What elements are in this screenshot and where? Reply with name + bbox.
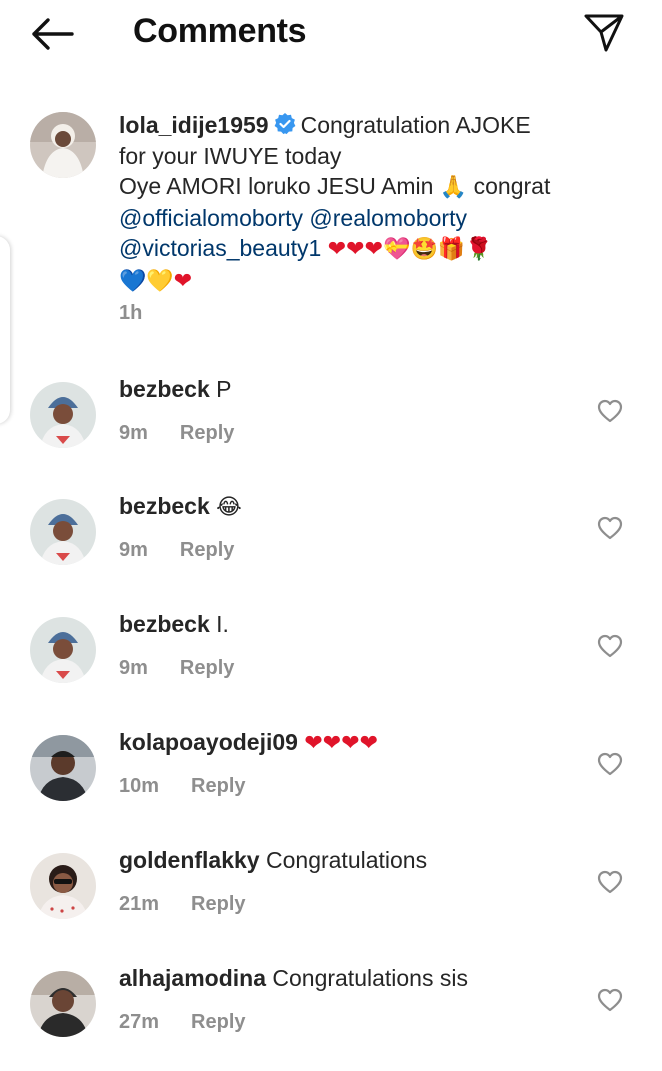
comment-text: bezbeck I. xyxy=(119,611,229,638)
comment-meta: 9m Reply xyxy=(119,657,234,680)
paper-plane-icon xyxy=(584,14,624,52)
comment-username[interactable]: bezbeck xyxy=(119,376,210,402)
comment-username[interactable]: kolapoayodeji09 xyxy=(119,729,298,755)
avatar[interactable] xyxy=(30,499,96,565)
avatar[interactable] xyxy=(30,853,96,919)
comment-text: bezbeck 😂 xyxy=(119,493,242,520)
caption-text: lola_idije1959 Congratulation AJOKE for y… xyxy=(119,110,639,296)
comment-text: alhajamodina Congratulations sis xyxy=(119,965,468,992)
comment-username[interactable]: alhajamodina xyxy=(119,965,266,991)
comment-row: alhajamodina Congratulations sis 27m Repl… xyxy=(0,965,662,1071)
comment-meta: 21m Reply xyxy=(119,893,246,916)
comment-username[interactable]: goldenflakky xyxy=(119,847,260,873)
verified-badge-icon xyxy=(274,113,295,135)
comment-row: bezbeck P 9m Reply xyxy=(0,376,662,482)
emoji-group: 💙💛 xyxy=(119,267,174,293)
caption-line-3b: congrat xyxy=(473,173,551,199)
comment-time: 21m xyxy=(119,893,160,915)
pray-emoji: 🙏 xyxy=(439,174,468,199)
comment-body: Congratulations xyxy=(266,847,428,873)
heart-emoji: ❤❤❤❤ xyxy=(304,730,379,755)
comment-row: goldenflakky Congratulations 21m Reply xyxy=(0,847,662,953)
avatar[interactable] xyxy=(30,382,96,448)
comment-time: 10m xyxy=(119,775,160,797)
arrow-left-icon xyxy=(32,18,74,50)
avatar[interactable] xyxy=(30,112,96,178)
comment-body: Congratulations sis xyxy=(272,965,468,991)
mention-link[interactable]: @victorias_beauty1 xyxy=(119,235,321,261)
avatar[interactable] xyxy=(30,971,96,1037)
comment-meta: 9m Reply xyxy=(119,422,234,445)
heart-emoji: ❤ xyxy=(173,267,193,293)
comment-meta: 9m Reply xyxy=(119,539,234,562)
share-button[interactable] xyxy=(580,10,628,54)
caption-timestamp: 1h xyxy=(119,302,143,324)
comment-body: I. xyxy=(216,611,229,637)
caption-line-2: for your IWUYE today xyxy=(119,142,342,169)
caption-username[interactable]: lola_idije1959 xyxy=(119,112,269,138)
emoji-group: 💝🤩🎁🌹 xyxy=(383,236,493,261)
comment-row: bezbeck I. 9m Reply xyxy=(0,611,662,717)
avatar[interactable] xyxy=(30,617,96,683)
reply-button[interactable]: Reply xyxy=(180,657,234,679)
reply-button[interactable]: Reply xyxy=(180,539,234,561)
reply-button[interactable]: Reply xyxy=(191,1011,245,1033)
comment-time: 9m xyxy=(119,422,148,444)
comment-body: P xyxy=(216,376,232,402)
caption-line-1: Congratulation AJOKE xyxy=(300,112,531,138)
reply-button[interactable]: Reply xyxy=(180,422,234,444)
comment-text: goldenflakky Congratulations xyxy=(119,847,427,874)
page-title: Comments xyxy=(133,12,307,50)
comment-text: bezbeck P xyxy=(119,376,232,403)
comment-meta: 10m Reply xyxy=(119,775,246,798)
comment-row: kolapoayodeji09 ❤❤❤❤ 10m Reply xyxy=(0,729,662,835)
comment-meta: 27m Reply xyxy=(119,1011,246,1034)
laughing-emoji: 😂 xyxy=(216,494,242,519)
comment-time: 9m xyxy=(119,539,148,561)
caption-line-3: Oye AMORI loruko JESU Amin xyxy=(119,173,434,199)
avatar[interactable] xyxy=(30,735,96,801)
comment-time: 27m xyxy=(119,1011,160,1033)
heart-emoji: ❤❤❤ xyxy=(327,236,384,261)
mention-link[interactable]: @officialomoborty xyxy=(119,205,303,231)
reply-button[interactable]: Reply xyxy=(191,893,245,915)
heart-outline-icon[interactable] xyxy=(596,633,624,659)
heart-outline-icon[interactable] xyxy=(596,398,624,424)
comment-username[interactable]: bezbeck xyxy=(119,493,210,519)
comment-row: bezbeck 😂 9m Reply xyxy=(0,493,662,599)
header-bar: Comments xyxy=(0,0,662,70)
heart-outline-icon[interactable] xyxy=(596,987,624,1013)
mention-link[interactable]: @realomoborty xyxy=(309,205,467,231)
heart-outline-icon[interactable] xyxy=(596,869,624,895)
heart-outline-icon[interactable] xyxy=(596,751,624,777)
back-button[interactable] xyxy=(24,12,76,56)
comment-time: 9m xyxy=(119,657,148,679)
reply-button[interactable]: Reply xyxy=(191,775,245,797)
heart-outline-icon[interactable] xyxy=(596,515,624,541)
comment-text: kolapoayodeji09 ❤❤❤❤ xyxy=(119,729,378,756)
comment-username[interactable]: bezbeck xyxy=(119,611,210,637)
